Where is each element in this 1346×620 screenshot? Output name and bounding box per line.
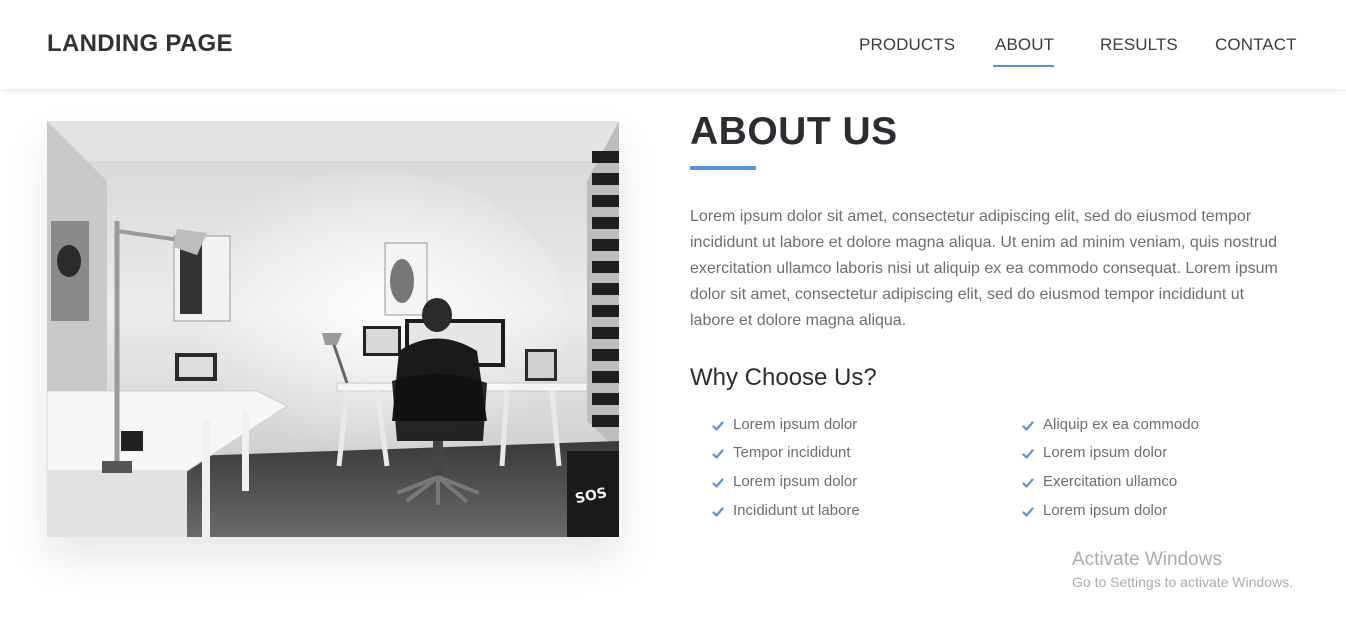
feature-label: Incididunt ut labore	[733, 502, 860, 519]
check-icon	[712, 421, 724, 431]
feature-label: Aliquip ex ea commodo	[1043, 416, 1199, 433]
about-paragraph: Lorem ipsum dolor sit amet, consectetur …	[690, 208, 1278, 329]
nav-menu: PRODUCTS ABOUT RESULTS CONTACT	[0, 0, 1346, 89]
check-icon	[1022, 478, 1034, 488]
feature-label: Lorem ipsum dolor	[733, 473, 858, 490]
nav-link-products[interactable]: PRODUCTS	[859, 35, 955, 55]
nav-link-about[interactable]: ABOUT	[995, 35, 1054, 55]
activate-windows-watermark: Activate Windows Go to Settings to activ…	[1072, 548, 1293, 592]
navbar: LANDING PAGE PRODUCTS ABOUT RESULTS CONT…	[0, 0, 1346, 89]
nav-link-results[interactable]: RESULTS	[1100, 35, 1178, 55]
check-icon	[712, 478, 724, 488]
features-list: Lorem ipsum dolor Tempor incididunt Lore…	[690, 415, 1310, 535]
feature-label: Tempor incididunt	[733, 444, 851, 461]
check-icon	[1022, 421, 1034, 431]
feature-label: Lorem ipsum dolor	[1043, 444, 1168, 461]
why-choose-title: Why Choose Us?	[690, 364, 877, 391]
active-nav-indicator	[993, 65, 1054, 67]
check-icon	[1022, 507, 1034, 517]
check-icon	[712, 507, 724, 517]
watermark-subtitle: Go to Settings to activate Windows.	[1072, 574, 1293, 590]
feature-label: Lorem ipsum dolor	[733, 416, 858, 433]
about-title: ABOUT US	[690, 110, 898, 153]
feature-label: Exercitation ullamco	[1043, 473, 1178, 490]
watermark-title: Activate Windows	[1072, 549, 1222, 570]
nav-link-contact[interactable]: CONTACT	[1215, 35, 1297, 55]
feature-label: Lorem ipsum dolor	[1043, 502, 1168, 519]
office-photo: SOS	[47, 121, 619, 537]
check-icon	[1022, 449, 1034, 459]
check-icon	[712, 449, 724, 459]
title-accent-bar	[690, 166, 756, 170]
